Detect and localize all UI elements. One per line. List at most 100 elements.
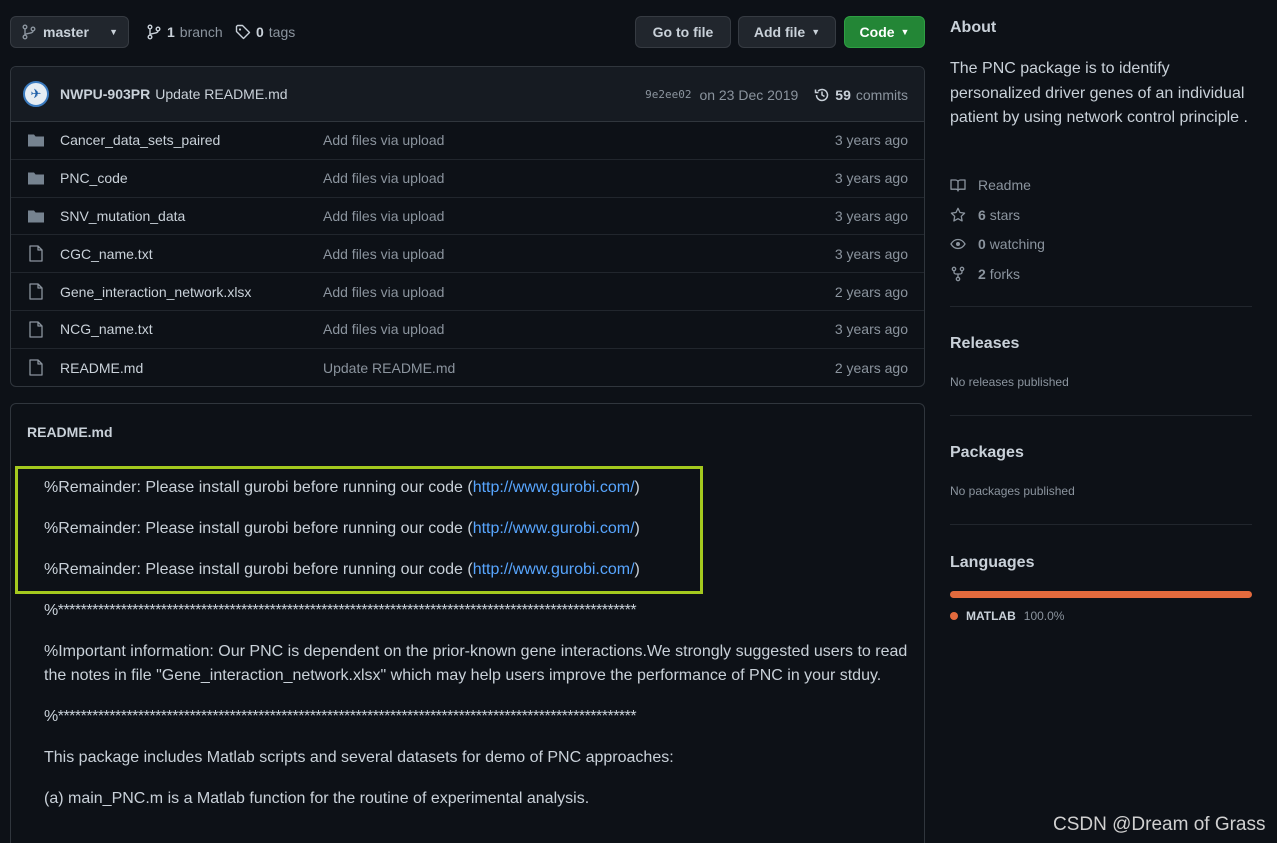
reminder-text: %Remainder: Please install gurobi before… (44, 561, 473, 578)
package-description: This package includes Matlab scripts and… (44, 749, 674, 766)
file-age: 3 years ago (834, 132, 908, 149)
important-info: %Important information: Our PNC is depen… (44, 643, 908, 684)
readme-link[interactable]: Readme (950, 170, 1045, 200)
commit-sha[interactable]: 9e2ee02 (645, 88, 691, 101)
stars-link[interactable]: 6 stars (950, 200, 1045, 230)
gurobi-link[interactable]: http://www.gurobi.com/ (473, 520, 635, 537)
file-name[interactable]: README.md (60, 360, 323, 376)
file-row[interactable]: README.md Update README.md 2 years ago (11, 349, 924, 386)
about-title: About (950, 19, 997, 36)
branches-link[interactable]: 1 branch (146, 16, 223, 48)
commit-message[interactable]: Update README.md (155, 86, 287, 102)
commits-label: commits (855, 86, 908, 103)
git-branch-icon (21, 24, 37, 40)
chevron-down-icon: ▼ (900, 27, 910, 37)
readme-content: %Remainder: Please install gurobi before… (44, 476, 914, 828)
readme-title[interactable]: README.md (11, 404, 924, 460)
file-name[interactable]: NCG_name.txt (60, 321, 323, 337)
stars-count: 6 (978, 206, 986, 223)
gurobi-link[interactable]: http://www.gurobi.com/ (473, 479, 635, 496)
file-commit-message[interactable]: Add files via upload (323, 208, 444, 224)
language-item[interactable]: MATLAB 100.0% (950, 609, 1064, 623)
reminder-line: %Remainder: Please install gurobi before… (44, 558, 914, 582)
watching-count: 0 (978, 236, 986, 253)
file-name[interactable]: PNC_code (60, 170, 323, 186)
language-color-dot (950, 612, 958, 620)
file-name[interactable]: CGC_name.txt (60, 246, 323, 262)
tags-link[interactable]: 0 tags (235, 16, 295, 48)
latest-commit-bar: ✈ NWPU-903PR Update README.md 9e2ee02 on… (11, 67, 924, 122)
about-description: The PNC package is to identify personali… (950, 60, 1248, 126)
file-commit-message[interactable]: Add files via upload (323, 284, 444, 300)
file-name[interactable]: SNV_mutation_data (60, 208, 323, 224)
file-icon (27, 245, 45, 263)
code-button[interactable]: Code ▼ (844, 16, 925, 48)
readme-panel: README.md %Remainder: Please install gur… (10, 403, 925, 843)
branch-select-button[interactable]: master ▼ (10, 16, 129, 48)
tags-label: tags (268, 24, 296, 40)
forks-count: 2 (978, 265, 986, 282)
code-label: Code (859, 24, 895, 40)
forks-link[interactable]: 2 forks (950, 259, 1045, 289)
plane-icon: ✈ (30, 86, 42, 101)
file-row[interactable]: SNV_mutation_data Add files via upload 3… (11, 198, 924, 236)
packages-empty-text: No packages published (950, 484, 1075, 498)
file-commit-message[interactable]: Add files via upload (323, 246, 444, 262)
file-commit-message[interactable]: Add files via upload (323, 132, 444, 148)
add-file-label: Add file (753, 24, 806, 40)
file-age: 2 years ago (834, 283, 908, 300)
file-commit-message[interactable]: Update README.md (323, 360, 455, 376)
history-icon (814, 87, 830, 103)
file-row[interactable]: CGC_name.txt Add files via upload 3 year… (11, 235, 924, 274)
add-file-button[interactable]: Add file ▼ (738, 16, 836, 48)
file-age: 2 years ago (834, 359, 908, 376)
file-browser: ✈ NWPU-903PR Update README.md 9e2ee02 on… (10, 66, 925, 387)
branches-label: branch (179, 24, 223, 40)
file-age: 3 years ago (834, 245, 908, 262)
file-age: 3 years ago (834, 207, 908, 224)
reminder-text: %Remainder: Please install gurobi before… (44, 520, 473, 537)
releases-empty-text: No releases published (950, 375, 1069, 389)
folder-icon (27, 169, 45, 187)
book-icon (950, 177, 966, 193)
star-icon (950, 207, 966, 223)
file-row[interactable]: Gene_interaction_network.xlsx Add files … (11, 273, 924, 311)
branch-name: master (43, 24, 89, 40)
reminder-close: ) (634, 561, 640, 578)
about-links: Readme 6 stars 0 watching 2 forks (950, 170, 1045, 289)
commit-date[interactable]: on 23 Dec 2019 (699, 87, 798, 103)
file-name[interactable]: Cancer_data_sets_paired (60, 132, 323, 148)
file-commit-message[interactable]: Add files via upload (323, 170, 444, 186)
divider (950, 306, 1252, 307)
file-row[interactable]: Cancer_data_sets_paired Add files via up… (11, 122, 924, 160)
watching-link[interactable]: 0 watching (950, 229, 1045, 259)
readme-link-label: Readme (978, 176, 1031, 193)
forks-label: forks (989, 265, 1021, 282)
gurobi-link[interactable]: http://www.gurobi.com/ (473, 561, 635, 578)
go-to-file-label: Go to file (652, 24, 714, 40)
packages-title[interactable]: Packages (950, 444, 1024, 462)
main-function-description: (a) main_PNC.m is a Matlab function for … (44, 790, 590, 807)
repo-toolbar: master ▼ 1 branch 0 tags Go to file Add … (10, 16, 925, 48)
avatar[interactable]: ✈ (23, 81, 49, 107)
file-commit-message[interactable]: Add files via upload (323, 321, 444, 337)
file-row[interactable]: PNC_code Add files via upload 3 years ag… (11, 160, 924, 198)
reminder-close: ) (634, 479, 640, 496)
file-icon (27, 320, 45, 338)
separator-line: %***************************************… (44, 708, 637, 725)
chevron-down-icon: ▼ (811, 27, 821, 37)
fork-icon (950, 266, 966, 282)
git-branch-icon (146, 24, 162, 40)
file-age: 3 years ago (834, 170, 908, 187)
watermark-text: CSDN @Dream of Grass (1053, 814, 1266, 835)
reminder-line: %Remainder: Please install gurobi before… (44, 476, 914, 500)
commit-author[interactable]: NWPU-903PR (60, 86, 150, 102)
file-row[interactable]: NCG_name.txt Add files via upload 3 year… (11, 311, 924, 349)
folder-icon (27, 207, 45, 225)
commit-meta: 9e2ee02 on 23 Dec 2019 59 commits (645, 67, 908, 122)
go-to-file-button[interactable]: Go to file (635, 16, 731, 48)
language-percent: 100.0% (1023, 609, 1065, 623)
commits-link[interactable]: 59 commits (814, 87, 908, 103)
releases-title[interactable]: Releases (950, 335, 1019, 353)
file-name[interactable]: Gene_interaction_network.xlsx (60, 284, 323, 300)
